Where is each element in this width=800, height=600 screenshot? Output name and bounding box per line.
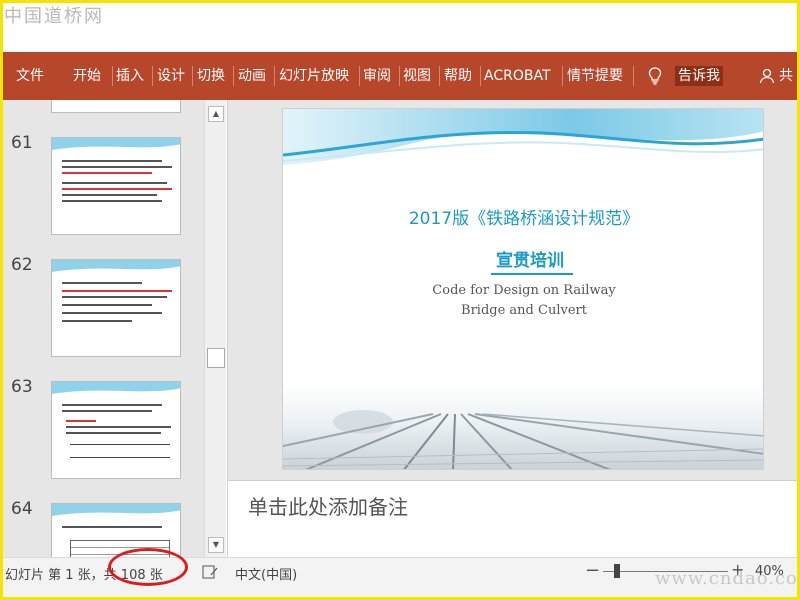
scroll-down-arrow-icon[interactable]: ▼ (208, 537, 224, 553)
tab-divider (274, 66, 275, 86)
thumbnail-text-line (62, 194, 157, 196)
thumbnail-text-line (62, 320, 132, 322)
thumbnail-text-line (62, 526, 162, 528)
thumbnail-text-line (62, 410, 152, 412)
tab-divider (152, 66, 153, 86)
user-icon[interactable] (759, 68, 775, 84)
header-wave-image (283, 109, 763, 165)
tab-animations[interactable]: 动画 (238, 52, 266, 100)
tell-me-search[interactable]: 告诉我 (675, 66, 723, 86)
tab-home[interactable]: 开始 (73, 52, 101, 100)
slide-thumbnail-pane[interactable]: 61 62 63 64 (3, 100, 204, 557)
tab-divider (192, 66, 193, 86)
thumbnail-diagram (70, 444, 170, 458)
thumbnail-wave-image (52, 138, 180, 150)
thumbnail-text-line (62, 166, 172, 168)
tab-divider (399, 66, 400, 86)
english-title-line-2[interactable]: Bridge and Culvert (283, 303, 763, 318)
tab-view[interactable]: 视图 (403, 52, 431, 100)
language-status[interactable]: 中文(中国) (235, 564, 297, 583)
notes-pane[interactable]: 单击此处添加备注 (227, 480, 797, 557)
slide-title[interactable]: 2017版《铁路桥涵设计规范》 (283, 204, 763, 229)
thumbnail-text-line (66, 420, 96, 422)
tab-divider (562, 66, 563, 86)
tab-divider (480, 66, 481, 86)
thumbnail-text-line (62, 296, 167, 298)
lightbulb-icon[interactable] (648, 67, 662, 85)
zoom-slider-handle[interactable] (614, 564, 621, 578)
tab-divider (439, 66, 440, 86)
share-button[interactable]: 共 (779, 52, 793, 100)
tab-divider (359, 66, 360, 86)
scroll-up-arrow-icon[interactable]: ▲ (208, 106, 224, 122)
thumbnail-text-line (62, 282, 142, 284)
thumbnail-text-line (66, 426, 171, 428)
english-title-line-1[interactable]: Code for Design on Railway (283, 283, 763, 298)
thumbnail-text-line (62, 200, 162, 202)
tab-divider (633, 66, 634, 86)
tab-storyboarding[interactable]: 情节提要 (567, 52, 623, 100)
slide-editor[interactable]: 2017版《铁路桥涵设计规范》 宣贯培训 Code for Design on … (227, 100, 797, 480)
notes-placeholder[interactable]: 单击此处添加备注 (248, 491, 408, 520)
slide-subtitle[interactable]: 宣贯培训 (496, 246, 564, 271)
tab-file[interactable]: 文件 (16, 52, 44, 100)
notes-toggle-icon[interactable] (202, 565, 218, 579)
tab-insert[interactable]: 插入 (116, 52, 144, 100)
thumbnail-number: 62 (11, 255, 33, 275)
zoom-out-button[interactable]: − (585, 560, 600, 581)
thumbnail-wave-image (52, 382, 180, 394)
subtitle-underline (491, 273, 573, 275)
thumbnail-text-line (62, 160, 162, 162)
slide-thumbnail[interactable] (51, 259, 181, 357)
thumbnail-number: 63 (11, 377, 33, 397)
slide-thumbnail-partial[interactable] (51, 100, 181, 113)
thumbnail-text-line (66, 432, 161, 434)
railway-tracks-image (283, 384, 763, 469)
thumbnail-text-line (62, 404, 162, 406)
watermark-logo-top: 中国道桥网 (4, 6, 104, 27)
slide-thumbnail[interactable] (51, 381, 181, 479)
thumbnail-wave-image (52, 260, 180, 272)
thumbnail-number: 61 (11, 133, 33, 153)
tab-divider (233, 66, 234, 86)
thumbnail-wave-image (52, 504, 180, 516)
tab-design[interactable]: 设计 (157, 52, 185, 100)
tab-slideshow[interactable]: 幻灯片放映 (279, 52, 349, 100)
tab-divider (112, 66, 113, 86)
current-slide[interactable]: 2017版《铁路桥涵设计规范》 宣贯培训 Code for Design on … (282, 108, 764, 470)
ribbon-tabs: 文件 开始 插入 设计 切换 动画 幻灯片放映 审阅 视图 帮助 ACROBAT… (3, 52, 797, 100)
thumbnail-number: 64 (11, 499, 33, 519)
tab-acrobat[interactable]: ACROBAT (484, 52, 551, 100)
annotation-circle (108, 548, 188, 586)
thumbnail-text-line (62, 304, 152, 306)
tab-help[interactable]: 帮助 (444, 52, 472, 100)
thumbnail-text-line (62, 290, 172, 292)
watermark-url-bottom: www.cndao.com (655, 568, 800, 589)
thumbnail-text-line (62, 312, 162, 314)
scrollbar-thumb[interactable] (207, 348, 225, 368)
tab-review[interactable]: 审阅 (363, 52, 391, 100)
slide-thumbnail[interactable] (51, 137, 181, 235)
thumbnail-text-line (62, 172, 152, 174)
thumbnail-text-line (62, 182, 167, 184)
thumbnail-text-line (62, 188, 172, 190)
thumbnail-scrollbar[interactable]: ▲ ▼ (204, 100, 226, 557)
tab-transitions[interactable]: 切换 (197, 52, 225, 100)
